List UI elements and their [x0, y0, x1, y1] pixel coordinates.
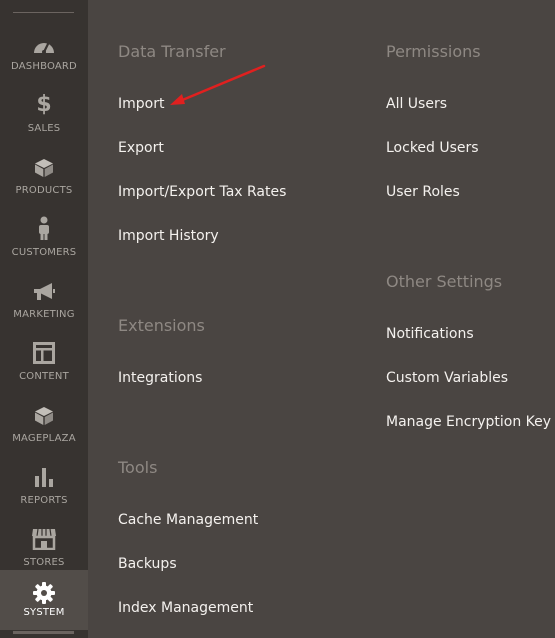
- sidebar-item-label: DASHBOARD: [11, 61, 77, 72]
- annotation-arrow-icon: [170, 64, 266, 105]
- sidebar-item-mageplaza[interactable]: MAGEPLAZA: [0, 396, 88, 458]
- person-icon: [0, 210, 88, 240]
- section-title-permissions: Permissions: [386, 42, 481, 61]
- link-all-users[interactable]: All Users: [386, 96, 447, 112]
- sidebar-item-label: STORES: [23, 557, 65, 568]
- sidebar-item-label: CONTENT: [19, 371, 69, 382]
- section-title-other-settings: Other Settings: [386, 272, 503, 291]
- sidebar-item-content[interactable]: CONTENT: [0, 334, 88, 396]
- link-manage-encryption-key[interactable]: Manage Encryption Key: [386, 414, 551, 430]
- sidebar-item-label: PRODUCTS: [15, 185, 73, 196]
- sidebar-item-label: MAGEPLAZA: [12, 433, 76, 444]
- megaphone-icon: [0, 272, 88, 302]
- dashboard-icon: [0, 24, 88, 54]
- bar-chart-icon: [0, 458, 88, 488]
- gear-icon: [0, 570, 88, 604]
- link-locked-users[interactable]: Locked Users: [386, 140, 479, 156]
- sidebar-item-label: MARKETING: [13, 309, 75, 320]
- sidebar-item-reports[interactable]: REPORTS: [0, 458, 88, 520]
- sidebar-item-dashboard[interactable]: DASHBOARD: [0, 24, 88, 86]
- link-import[interactable]: Import: [118, 96, 164, 112]
- layout-icon: [0, 334, 88, 364]
- section-title-data-transfer: Data Transfer: [118, 42, 226, 61]
- sidebar-active-underline: [13, 631, 74, 634]
- sidebar-item-label: CUSTOMERS: [11, 247, 77, 258]
- sidebar-item-sales[interactable]: $ SALES: [0, 86, 88, 148]
- store-icon: [0, 520, 88, 550]
- link-user-roles[interactable]: User Roles: [386, 184, 460, 200]
- link-import-export-tax-rates[interactable]: Import/Export Tax Rates: [118, 184, 286, 200]
- link-import-history[interactable]: Import History: [118, 228, 219, 244]
- section-title-extensions: Extensions: [118, 316, 205, 335]
- link-integrations[interactable]: Integrations: [118, 370, 202, 386]
- sidebar-divider: [13, 12, 74, 13]
- cube-icon: [0, 396, 88, 426]
- link-index-management[interactable]: Index Management: [118, 600, 253, 616]
- admin-sidebar: DASHBOARD $ SALES PRODUCTS CUSTOMERS MAR…: [0, 0, 88, 638]
- sidebar-item-label: SALES: [27, 123, 61, 134]
- sidebar-item-label: REPORTS: [20, 495, 68, 506]
- link-backups[interactable]: Backups: [118, 556, 177, 572]
- dollar-icon: $: [36, 92, 52, 117]
- link-custom-variables[interactable]: Custom Variables: [386, 370, 508, 386]
- link-notifications[interactable]: Notifications: [386, 326, 474, 342]
- sidebar-item-label: SYSTEM: [23, 607, 65, 618]
- link-export[interactable]: Export: [118, 140, 164, 156]
- sidebar-item-marketing[interactable]: MARKETING: [0, 272, 88, 334]
- sidebar-item-products[interactable]: PRODUCTS: [0, 148, 88, 210]
- cube-icon: [0, 148, 88, 178]
- link-cache-management[interactable]: Cache Management: [118, 512, 258, 528]
- sidebar-item-system[interactable]: SYSTEM: [0, 570, 88, 630]
- sidebar-item-customers[interactable]: CUSTOMERS: [0, 210, 88, 272]
- section-title-tools: Tools: [118, 458, 158, 477]
